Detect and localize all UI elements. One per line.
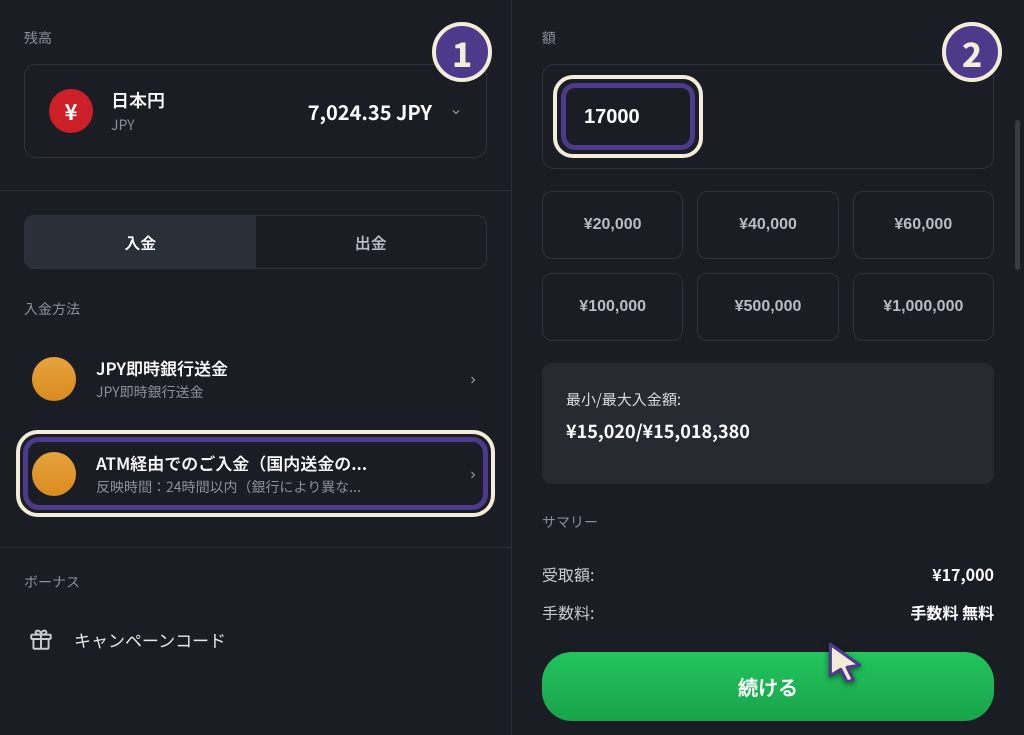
left-panel: 残高 ¥ 日本円 JPY 7,024.35 JPY 入金 出金 入金方法 JPY…	[0, 0, 512, 735]
receive-value: ¥17,000	[932, 562, 994, 586]
amount-input-row	[542, 64, 994, 169]
balance-label: 残高	[24, 28, 487, 48]
yen-icon: ¥	[49, 89, 93, 133]
tab-withdraw[interactable]: 出金	[256, 216, 487, 268]
method-title: ATM経由でのご入金（国内送金の...	[96, 450, 467, 475]
bonus-label: ボーナス	[24, 572, 487, 592]
gift-icon	[28, 626, 54, 652]
balance-amount: 7,024.35 JPY	[308, 97, 432, 126]
currency-code: JPY	[111, 115, 165, 135]
fee-value: 手数料 無料	[910, 600, 994, 624]
preset-60000[interactable]: ¥60,000	[853, 191, 994, 259]
continue-label: 続ける	[738, 678, 798, 700]
preset-100000[interactable]: ¥100,000	[542, 273, 683, 341]
method-section: 入金方法 JPY即時銀行送金 JPY即時銀行送金 ATM経由でのご入金（国内送金…	[24, 299, 487, 517]
preset-500000[interactable]: ¥500,000	[697, 273, 838, 341]
preset-40000[interactable]: ¥40,000	[697, 191, 838, 259]
preset-1000000[interactable]: ¥1,000,000	[853, 273, 994, 341]
amount-label: 額	[542, 28, 994, 48]
preset-20000[interactable]: ¥20,000	[542, 191, 683, 259]
summary-fee-row: 手数料: 手数料 無料	[542, 600, 994, 624]
scrollbar[interactable]	[1015, 120, 1020, 270]
limits-values: ¥15,020/¥15,018,380	[566, 418, 970, 444]
method-subtitle: JPY即時銀行送金	[96, 382, 467, 402]
currency-name: 日本円	[111, 87, 165, 113]
campaign-code-label: キャンペーンコード	[74, 627, 226, 652]
preset-grid: ¥20,000 ¥40,000 ¥60,000 ¥100,000 ¥500,00…	[542, 191, 994, 341]
method-label: 入金方法	[24, 299, 487, 319]
currency-texts: 日本円 JPY	[111, 87, 165, 135]
deposit-withdraw-tabs: 入金 出金	[24, 215, 487, 269]
method-item-atm[interactable]: ATM経由でのご入金（国内送金の... 反映時間：24時間以内（銀行により異な.…	[16, 430, 495, 517]
step-badge-2: 2	[942, 22, 1002, 82]
chevron-right-icon	[467, 367, 479, 391]
summary-label: サマリー	[542, 512, 994, 532]
method-texts: JPY即時銀行送金 JPY即時銀行送金	[96, 355, 467, 402]
receive-label: 受取額:	[542, 562, 594, 586]
tabs-container: 入金 出金	[0, 190, 511, 269]
divider	[0, 547, 511, 548]
balance-card[interactable]: ¥ 日本円 JPY 7,024.35 JPY	[24, 64, 487, 158]
continue-button[interactable]: 続ける	[542, 652, 994, 721]
method-texts: ATM経由でのご入金（国内送金の... 反映時間：24時間以内（銀行により異な.…	[96, 450, 467, 497]
amount-input[interactable]	[584, 106, 672, 129]
campaign-code-row[interactable]: キャンペーンコード	[24, 608, 487, 670]
limits-box: 最小/最大入金額: ¥15,020/¥15,018,380	[542, 363, 994, 484]
bonus-section: ボーナス キャンペーンコード	[24, 572, 487, 670]
method-subtitle: 反映時間：24時間以内（銀行により異な...	[96, 477, 467, 497]
chevron-right-icon	[467, 462, 479, 486]
summary-receive-row: 受取額: ¥17,000	[542, 562, 994, 586]
method-avatar-icon	[32, 452, 76, 496]
tab-deposit[interactable]: 入金	[25, 216, 256, 268]
fee-label: 手数料:	[542, 600, 594, 624]
method-item-instant[interactable]: JPY即時銀行送金 JPY即時銀行送金	[24, 335, 487, 422]
method-title: JPY即時銀行送金	[96, 355, 467, 380]
step-badge-1: 1	[432, 22, 492, 82]
chevron-down-icon	[450, 99, 462, 123]
limits-label: 最小/最大入金額:	[566, 389, 970, 410]
amount-highlight	[553, 75, 703, 158]
right-panel: 額 ¥20,000 ¥40,000 ¥60,000 ¥100,000 ¥500,…	[512, 0, 1024, 735]
method-avatar-icon	[32, 357, 76, 401]
cursor-arrow-icon	[824, 640, 866, 682]
